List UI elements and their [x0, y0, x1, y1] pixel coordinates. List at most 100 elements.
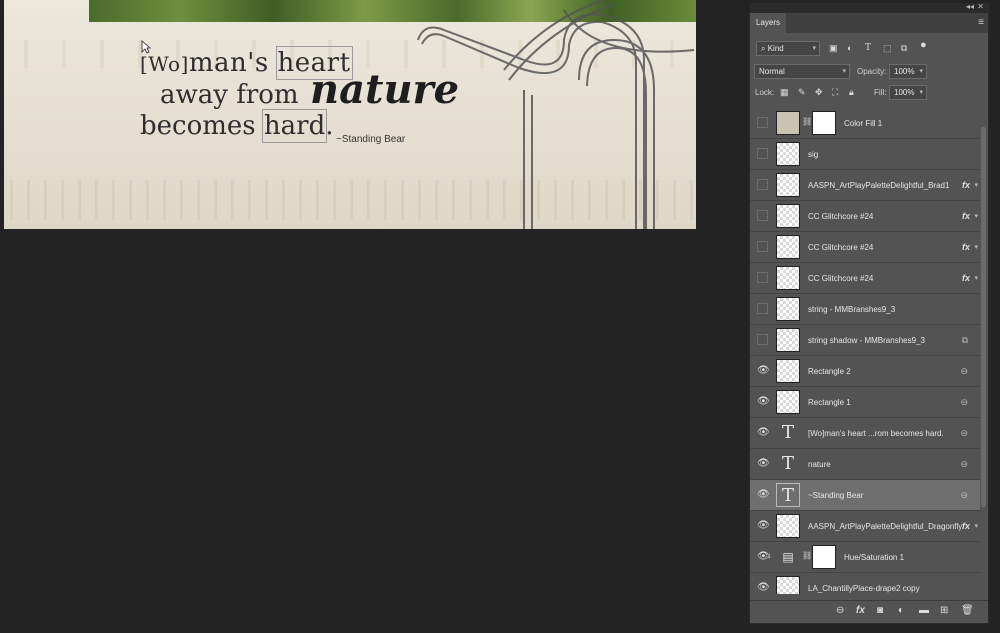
filter-kind-select[interactable]: ⌕ Kind ▾: [756, 41, 820, 56]
link-icon: ⊖: [960, 397, 968, 407]
visibility-toggle[interactable]: [757, 303, 768, 314]
eye-icon[interactable]: 👁︎: [757, 520, 770, 531]
new-layer-icon[interactable]: ⊞: [940, 605, 948, 616]
layer-name: CC Glitchcore #24: [808, 243, 874, 252]
layer-row[interactable]: 👁︎ T nature ⊖: [750, 449, 980, 480]
add-style-icon[interactable]: fx: [856, 605, 865, 616]
layer-row[interactable]: 👁︎ ↓ ▤ ⛓ Hue/Saturation 1: [750, 542, 980, 573]
link-icon: ⊖: [960, 459, 968, 469]
layer-row[interactable]: CC Glitchcore #24 fx ▾: [750, 263, 980, 294]
layer-row[interactable]: 👁︎ AASPN_ArtPlayPaletteDelightful_Dragon…: [750, 511, 980, 542]
lock-position-icon[interactable]: ✥: [815, 87, 823, 98]
visibility-toggle[interactable]: [757, 334, 768, 345]
smart-object-icon: ⧉: [961, 335, 968, 345]
layer-name: sig: [808, 150, 819, 159]
layer-row[interactable]: CC Glitchcore #24 fx ▾: [750, 201, 980, 232]
lock-image-icon[interactable]: ✎: [798, 87, 806, 98]
quote-bracket-text: [Wo]: [140, 52, 189, 76]
filter-type-icon[interactable]: T: [865, 43, 871, 53]
layer-row[interactable]: string - MMBranshes9_3: [750, 294, 980, 325]
layer-row[interactable]: 👁︎ Rectangle 2 ⊖: [750, 356, 980, 387]
layer-name: AASPN_ArtPlayPaletteDelightful_Dragonfly: [808, 522, 963, 531]
layer-row[interactable]: CC Glitchcore #24 fx ▾: [750, 232, 980, 263]
chevron-down-icon[interactable]: ▾: [974, 232, 978, 263]
filter-toggle-icon[interactable]: ●: [920, 39, 927, 51]
eye-icon[interactable]: 👁︎: [757, 582, 770, 593]
visibility-toggle[interactable]: [757, 272, 768, 283]
layers-scrollbar[interactable]: [981, 127, 986, 507]
chevron-down-icon[interactable]: ▾: [974, 201, 978, 232]
layer-name: Color Fill 1: [844, 119, 883, 128]
opacity-field[interactable]: 100% ▾: [889, 64, 927, 79]
layer-row[interactable]: AASPN_ArtPlayPaletteDelightful_Brad1 fx …: [750, 170, 980, 201]
eye-icon[interactable]: 👁︎: [757, 427, 770, 438]
link-icon: ⊖: [960, 428, 968, 438]
eye-icon[interactable]: 👁︎: [757, 489, 770, 500]
string-outline-graphic: [417, 0, 695, 229]
link-icon: ⊖: [960, 366, 968, 376]
eye-icon[interactable]: 👁︎: [757, 458, 770, 469]
eye-icon[interactable]: 👁︎: [757, 365, 770, 376]
close-panel-icon[interactable]: ✕: [977, 2, 984, 11]
panel-menu-icon[interactable]: ≡: [978, 18, 984, 28]
document-canvas[interactable]: [Wo]man's heart away from nature becomes…: [4, 0, 696, 229]
chevron-down-icon[interactable]: ▾: [974, 170, 978, 201]
lock-transparent-icon[interactable]: ▦: [780, 87, 789, 98]
layer-row[interactable]: string shadow - MMBranshes9_3 ⧉: [750, 325, 980, 356]
layer-row[interactable]: 👁︎ T [Wo]man's heart ...rom becomes hard…: [750, 418, 980, 449]
quote-line3-end: .: [325, 111, 334, 141]
visibility-toggle[interactable]: [757, 241, 768, 252]
tab-layers[interactable]: Layers: [750, 13, 787, 33]
fill-field[interactable]: 100% ▾: [889, 85, 927, 100]
new-adjustment-icon[interactable]: ◐: [898, 605, 904, 616]
filter-row: ⌕ Kind ▾ ▣ ◐ T ⬚ ⧉ ●: [750, 39, 990, 59]
collapse-panel-icon[interactable]: ◂◂: [966, 2, 974, 11]
fx-badge[interactable]: fx: [962, 511, 970, 542]
link-chain-icon: ⛓: [802, 117, 813, 126]
filter-adjustment-icon[interactable]: ◐: [847, 43, 852, 53]
delete-layer-icon[interactable]: 🗑︎: [961, 605, 974, 616]
layer-thumbnail: [776, 359, 800, 383]
lock-artboard-icon[interactable]: ⛶: [832, 87, 838, 98]
lock-label: Lock:: [755, 88, 775, 97]
fx-badge[interactable]: fx: [962, 201, 970, 232]
filter-shape-icon[interactable]: ⬚: [883, 43, 892, 54]
chevron-down-icon[interactable]: ▾: [974, 511, 978, 542]
add-mask-icon[interactable]: ◙: [877, 605, 883, 616]
new-group-icon[interactable]: ▬: [919, 605, 929, 616]
layer-row[interactable]: sig: [750, 139, 980, 170]
layer-thumbnail: [776, 297, 800, 321]
chevron-down-icon: ▾: [919, 89, 923, 96]
eye-icon[interactable]: 👁︎: [757, 396, 770, 407]
quote-line-3: becomes hard.: [140, 109, 334, 143]
lock-row: Lock: ▦ ✎ ✥ ⛶ 🔒︎ Fill: 100% ▾: [750, 83, 990, 103]
visibility-toggle[interactable]: [757, 179, 768, 190]
chevron-down-icon: ▾: [919, 68, 923, 75]
blend-mode-select[interactable]: Normal ▾: [754, 64, 850, 79]
layer-row-selected[interactable]: 👁︎ T ~Standing Bear ⊖: [750, 480, 980, 511]
visibility-toggle[interactable]: [757, 148, 768, 159]
visibility-toggle[interactable]: [757, 117, 768, 128]
visibility-toggle[interactable]: [757, 210, 768, 221]
panel-tabbar: Layers ≡: [750, 13, 988, 33]
fx-badge[interactable]: fx: [962, 170, 970, 201]
lock-all-icon[interactable]: 🔒︎: [849, 87, 854, 98]
filter-smartobject-icon[interactable]: ⧉: [901, 43, 907, 54]
chevron-down-icon[interactable]: ▾: [974, 263, 978, 294]
layer-name: AASPN_ArtPlayPaletteDelightful_Brad1: [808, 181, 950, 190]
blend-row: Normal ▾ Opacity: 100% ▾: [750, 62, 990, 82]
fx-badge[interactable]: fx: [962, 263, 970, 294]
layer-thumbnail: [776, 390, 800, 414]
link-layers-icon[interactable]: ⊖: [836, 605, 844, 616]
filter-pixel-icon[interactable]: ▣: [829, 43, 838, 54]
layer-row[interactable]: 👁︎ LA_ChantillyPlace-drape2 copy: [750, 573, 980, 594]
layer-mask-thumbnail[interactable]: [812, 111, 836, 135]
layer-name: string shadow - MMBranshes9_3: [808, 336, 925, 345]
fx-badge[interactable]: fx: [962, 232, 970, 263]
layer-thumbnail: [776, 111, 800, 135]
layer-name: nature: [808, 460, 831, 469]
layer-mask-thumbnail[interactable]: [812, 545, 836, 569]
layer-row[interactable]: ⛓ Color Fill 1: [750, 108, 980, 139]
opacity-label: Opacity:: [857, 67, 887, 76]
layer-row[interactable]: 👁︎ Rectangle 1 ⊖: [750, 387, 980, 418]
